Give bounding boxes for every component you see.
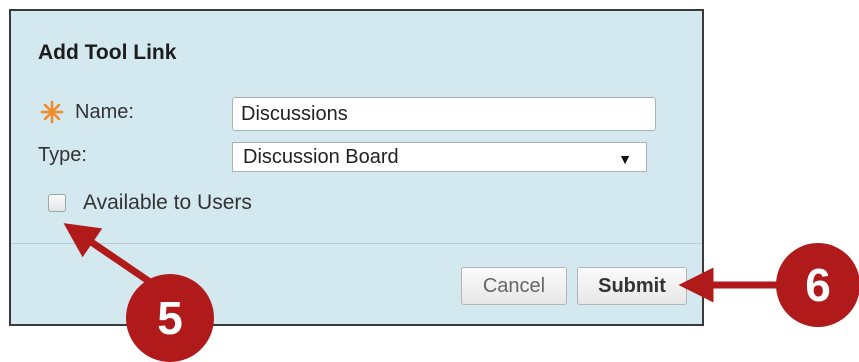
available-to-users-label[interactable]: Available to Users [83, 191, 252, 215]
callout-6-circle [776, 243, 859, 327]
submit-button[interactable]: Submit [577, 267, 687, 305]
available-to-users-checkbox[interactable] [48, 194, 66, 212]
callout-6-label: 6 [805, 259, 831, 311]
name-input[interactable] [232, 97, 656, 131]
dialog-title: Add Tool Link [38, 41, 177, 64]
dropdown-triangle-icon: ▼ [618, 151, 632, 167]
footer-divider [11, 243, 702, 244]
type-select[interactable]: Discussion Board ▼ [232, 142, 647, 172]
page: Add Tool Link Name: Type: Discussion Boa… [0, 0, 859, 362]
add-tool-link-dialog: Add Tool Link Name: Type: Discussion Boa… [9, 9, 704, 326]
required-asterisk-icon [40, 100, 64, 124]
cancel-button[interactable]: Cancel [461, 267, 567, 305]
name-label: Name: [75, 101, 134, 123]
type-label: Type: [38, 144, 87, 166]
type-select-value: Discussion Board [243, 146, 399, 168]
